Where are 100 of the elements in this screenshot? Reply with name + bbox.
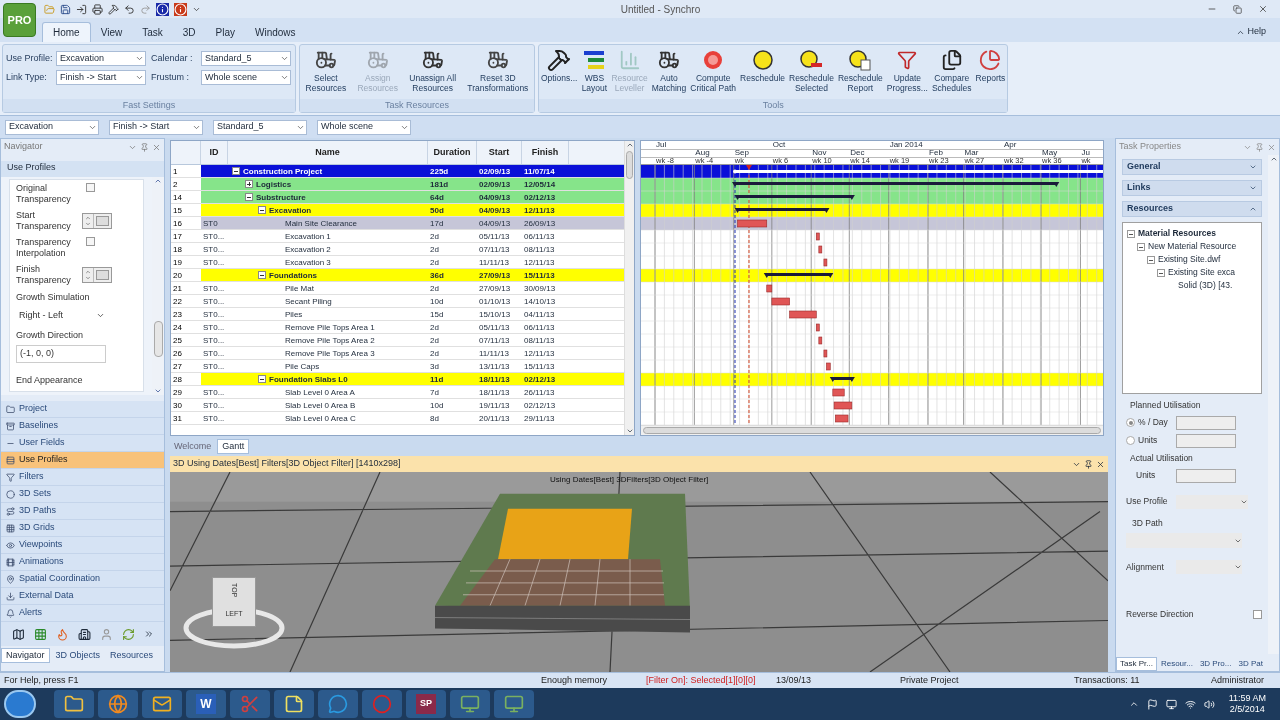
map-icon[interactable] [11,627,25,641]
scrollbar-thumb[interactable] [153,321,163,357]
column-header[interactable]: ID [201,141,228,164]
navigator-item[interactable]: External Data [1,588,164,605]
project-bar[interactable] [733,169,1103,174]
task-bar[interactable] [818,336,823,345]
close-icon[interactable] [1258,4,1268,14]
section-header[interactable]: Links [1122,180,1262,196]
task-bar[interactable] [816,323,820,332]
summary-bar[interactable] [734,208,830,213]
close-icon[interactable] [152,142,161,152]
panel-tab[interactable]: Resour... [1157,657,1196,671]
taskbar-app[interactable]: SP [406,690,446,718]
ribbon-button[interactable]: Reschedule Report [835,45,885,99]
task-bar[interactable] [835,414,849,423]
panel-tab[interactable]: 3D Pat [1235,657,1266,671]
import-icon[interactable] [76,3,87,15]
ribbon-tab[interactable]: Windows [245,22,306,42]
task-bar[interactable] [766,284,773,293]
navigator-item[interactable]: Alerts [1,605,164,622]
checkbox[interactable] [86,237,95,246]
task-bar[interactable] [833,401,853,410]
spin-up-icon[interactable] [85,215,91,221]
task-bar[interactable] [816,232,820,241]
collapse-icon[interactable] [1157,268,1165,277]
ribbon-tab[interactable]: View [90,22,133,42]
task-bar[interactable] [826,362,831,371]
taskbar-app[interactable] [318,690,358,718]
flag-icon[interactable] [1146,698,1158,710]
document-tab[interactable]: Gantt [217,439,250,454]
spin-down-icon[interactable] [85,221,91,227]
collapse-icon[interactable] [245,193,253,201]
ribbon-button[interactable]: Update Progress... [884,45,930,99]
navigator-item[interactable]: Baselines [1,418,164,435]
summary-bar[interactable] [732,182,1060,187]
dropdown[interactable]: Excavation [5,119,99,135]
tree-item[interactable]: Material Resources [1138,227,1216,240]
redo-icon[interactable] [140,3,151,15]
dropdown[interactable]: Standard_5 [201,51,291,66]
collapse-icon[interactable] [1127,229,1135,238]
dropdown[interactable]: Standard_5 [213,119,307,135]
flame-icon[interactable] [55,627,69,641]
scroll-down-icon[interactable] [625,427,634,435]
ribbon-button[interactable]: Compare Schedules [929,45,974,99]
tree-item[interactable]: New Material Resource [1148,240,1237,253]
user-icon[interactable] [99,627,113,641]
panel-tab[interactable]: 3D Objects [51,648,105,663]
pin-icon[interactable] [1084,459,1093,469]
panel-tab[interactable]: Task Pr... [1116,657,1157,671]
taskbar-app[interactable] [274,690,314,718]
collapse-icon[interactable] [1137,242,1145,251]
tree-item[interactable]: Existing Site exca [1168,266,1236,279]
tree-item[interactable]: Solid (3D) [43. [1178,279,1233,292]
show-hidden-icon[interactable] [1128,699,1139,709]
taskbar-app[interactable]: W [186,690,226,718]
document-tab[interactable]: Welcome [170,439,216,454]
navigator-item[interactable]: Use Profiles [1,452,164,469]
navigator-item[interactable]: Viewpoints [1,537,164,554]
expand-icon[interactable] [245,180,253,188]
scroll-down-icon[interactable] [154,387,162,395]
task-row[interactable]: 2 Logistics 181d 02/09/13 12/05/14 [171,178,624,191]
info-icon[interactable] [174,2,187,16]
ribbon-button[interactable]: Select Resources [303,45,349,99]
spinner-control[interactable] [82,267,112,283]
vertical-scrollbar[interactable] [624,141,634,435]
task-row[interactable]: 15 Excavation 50d 04/09/13 12/11/13 [171,204,624,217]
ribbon-button[interactable]: Unassign All Resources [407,45,459,99]
ribbon-button[interactable]: Options... [539,45,580,99]
panel-tab[interactable]: 3D Pro... [1196,657,1235,671]
start-button[interactable] [4,690,36,718]
collapse-icon[interactable] [232,167,240,175]
task-bar[interactable] [823,349,828,358]
dropdown[interactable]: Excavation [56,51,146,66]
ribbon-tab[interactable]: 3D [172,22,206,42]
scroll-up-icon[interactable] [625,141,634,149]
ribbon-tab[interactable]: Task [132,22,173,42]
display-icon[interactable] [1165,698,1177,710]
navigator-item[interactable]: Spatial Coordination [1,571,164,588]
ribbon-button[interactable]: WBS Layout [579,45,610,99]
spinner-control[interactable] [1176,415,1236,430]
taskbar-app[interactable] [450,690,490,718]
info-icon[interactable] [156,2,169,16]
task-bar[interactable] [789,310,817,319]
dropdown[interactable]: Whole scene [201,70,291,85]
spin-up-icon[interactable] [85,269,91,275]
restore-icon[interactable] [1233,4,1242,14]
collapse-icon[interactable] [258,271,266,279]
column-header[interactable]: Start [477,141,522,164]
checkbox[interactable] [1253,610,1262,620]
summary-bar[interactable] [734,195,855,200]
collapse-icon[interactable] [258,375,266,383]
task-bar[interactable] [832,388,845,397]
refresh-icon[interactable] [121,627,135,641]
network-icon[interactable] [1184,698,1196,710]
radio-button[interactable] [1126,418,1135,428]
ribbon-button[interactable]: Auto Matching [649,45,689,99]
building-icon[interactable] [77,627,91,641]
vertical-scrollbar[interactable] [152,177,164,395]
grid-icon[interactable] [33,627,47,641]
column-header[interactable]: Duration [428,141,477,164]
